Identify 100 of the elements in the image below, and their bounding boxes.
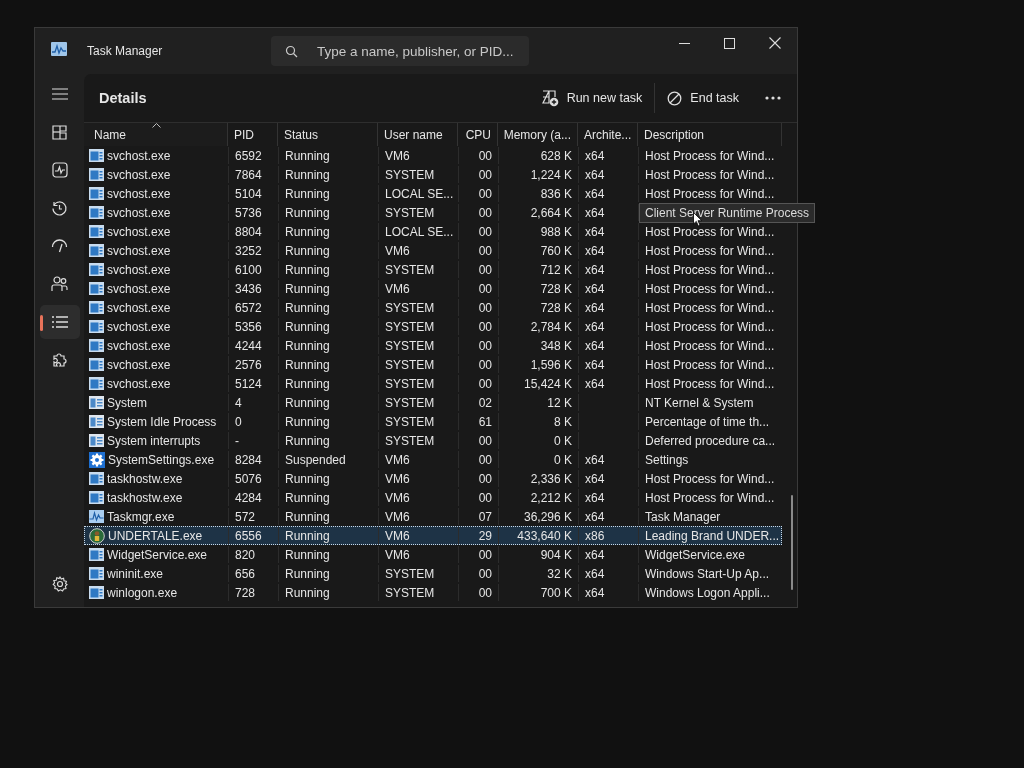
table-row[interactable]: svchost.exe 5124 Running SYSTEM 00 15,424 K x64 Host Process for Wind... (84, 374, 782, 393)
table-row[interactable]: svchost.exe 2576 Running SYSTEM 00 1,596 K x64 Host Process for Wind... (84, 355, 782, 374)
table-cell: Running (285, 148, 330, 163)
table-cell: Running (285, 224, 330, 239)
table-row[interactable]: svchost.exe 4244 Running SYSTEM 00 348 K x64 Host Process for Wind... (84, 336, 782, 355)
table-cell: Host Process for Wind... (645, 319, 775, 334)
table-cell: x64 (585, 281, 605, 296)
table-cell: Running (285, 376, 330, 391)
table-cell: x64 (585, 243, 605, 258)
process-name: svchost.exe (107, 167, 171, 182)
table-cell: 4284 (235, 490, 262, 505)
table-cell: Host Process for Wind... (645, 357, 775, 372)
window-app-icon (89, 263, 104, 276)
table-cell: 8 K (554, 414, 572, 429)
table-cell: 628 K (540, 148, 572, 163)
table-row[interactable]: WidgetService.exe 820 Running VM6 00 904 K x64 WidgetService.exe (84, 545, 782, 564)
table-cell: 6592 (235, 148, 262, 163)
table-cell: 00 (478, 300, 492, 315)
table-cell: 2,336 K (530, 471, 572, 486)
process-name: SystemSettings.exe (108, 452, 215, 467)
table-cell: Host Process for Wind... (645, 490, 775, 505)
table-cell: x64 (585, 509, 605, 524)
table-row[interactable]: svchost.exe 7864 Running SYSTEM 00 1,224 K x64 Host Process for Wind... (84, 165, 782, 184)
window-title: Task Manager (87, 44, 164, 58)
table-cell: Running (285, 566, 330, 581)
window-app-icon (89, 415, 104, 428)
table-cell: 61 (478, 414, 492, 429)
column-header[interactable]: CPU (458, 123, 498, 146)
table-cell: 00 (478, 433, 492, 448)
table-cell: WidgetService.exe (645, 547, 746, 562)
column-header[interactable]: User name (378, 123, 458, 146)
table-cell: x64 (585, 338, 605, 353)
table-cell: Suspended (285, 452, 346, 467)
table-cell: - (235, 433, 239, 448)
table-cell: 433,640 K (517, 528, 572, 543)
table-row[interactable]: Taskmgr.exe 572 Running VM6 07 36,296 K x64 Task Manager (84, 507, 782, 526)
table-row[interactable]: wininit.exe 656 Running SYSTEM 00 32 K x64 Windows Start-Up Ap... (84, 564, 782, 583)
table-cell: SYSTEM (385, 395, 435, 410)
table-row[interactable]: svchost.exe 3252 Running VM6 00 760 K x64 Host Process for Wind... (84, 241, 782, 260)
column-header[interactable]: Status (278, 123, 378, 146)
window-app-icon (89, 206, 104, 219)
table-row[interactable]: svchost.exe 3436 Running VM6 00 728 K x64 Host Process for Wind... (84, 279, 782, 298)
table-cell: x64 (585, 148, 605, 163)
scrollbar-thumb[interactable] (791, 495, 793, 590)
column-header[interactable]: Archite... (578, 123, 638, 146)
sidebar-tab[interactable] (39, 305, 80, 339)
grid-icon (52, 124, 67, 140)
table-cell: 2,664 K (530, 205, 572, 220)
search-field[interactable]: Type a name, publisher, or PID... (271, 36, 529, 66)
column-header[interactable]: Memory (a... (498, 123, 578, 146)
table-cell: 4244 (235, 338, 262, 353)
table-cell: SYSTEM (385, 585, 435, 600)
table-cell: x64 (585, 471, 605, 486)
history-icon (51, 199, 68, 217)
table-cell: Running (285, 395, 330, 410)
table-cell: Percentage of time th... (645, 414, 770, 429)
run-task-button[interactable]: Run new task (533, 83, 651, 113)
column-header[interactable]: Description (638, 123, 782, 146)
search-icon (285, 45, 298, 58)
table-cell: x64 (585, 300, 605, 315)
table-row[interactable]: System Idle Process 0 Running SYSTEM 61 8 K Percentage of time th... (84, 412, 782, 431)
table-cell: VM6 (385, 490, 410, 505)
page-title: Details (99, 90, 147, 106)
table-cell: LOCAL SE... (385, 224, 454, 239)
table-row[interactable]: winlogon.exe 728 Running SYSTEM 00 700 K x64 Windows Logon Appli... (84, 583, 782, 602)
table-cell: VM6 (385, 452, 410, 467)
window-app-icon (89, 396, 104, 409)
table-row[interactable]: svchost.exe 6100 Running SYSTEM 00 712 K x64 Host Process for Wind... (84, 260, 782, 279)
table-cell: Running (285, 167, 330, 182)
table-cell: Running (285, 547, 330, 562)
window-app-icon (89, 586, 104, 599)
table-cell: 07 (478, 509, 492, 524)
table-cell: Running (285, 319, 330, 334)
table-cell: 5356 (235, 319, 262, 334)
table-row[interactable]: taskhostw.exe 4284 Running VM6 00 2,212 K x64 Host Process for Wind... (84, 488, 782, 507)
table-cell: 904 K (540, 547, 572, 562)
table-cell: 712 K (540, 262, 572, 277)
table-row[interactable]: svchost.exe 5104 Running LOCAL SE... 00 836 K x64 Host Process for Wind... (84, 184, 782, 203)
table-cell: 00 (478, 585, 492, 600)
end-task-button[interactable]: End task (659, 84, 747, 112)
table-row[interactable]: taskhostw.exe 5076 Running VM6 00 2,336 K x64 Host Process for Wind... (84, 469, 782, 488)
table-cell: Running (285, 205, 330, 220)
chart-icon (89, 510, 104, 523)
table-row[interactable]: System 4 Running SYSTEM 02 12 K NT Kernel & System (84, 393, 782, 412)
table-row[interactable]: svchost.exe 6592 Running VM6 00 628 K x64 Host Process for Wind... (84, 146, 782, 165)
table-row[interactable]: UNDERTALE.exe 6556 Running VM6 29 433,640 K x86 Leading Brand UNDER... (84, 526, 782, 545)
column-header[interactable]: PID (228, 123, 278, 146)
table-row[interactable]: svchost.exe 6572 Running SYSTEM 00 728 K x64 Host Process for Wind... (84, 298, 782, 317)
table-row[interactable]: System interrupts - Running SYSTEM 00 0 K Deferred procedure ca... (84, 431, 782, 450)
table-row[interactable]: svchost.exe 8804 Running LOCAL SE... 00 988 K x64 Host Process for Wind... (84, 222, 782, 241)
process-name: svchost.exe (107, 205, 171, 220)
table-cell: 00 (478, 281, 492, 296)
table-cell: 00 (478, 186, 492, 201)
table-cell: Running (285, 186, 330, 201)
table-cell: SYSTEM (385, 300, 435, 315)
table-cell: 00 (478, 167, 492, 182)
table-row[interactable]: SystemSettings.exe 8284 Suspended VM6 00 0 K x64 Settings (84, 450, 782, 469)
table-row[interactable]: svchost.exe 5356 Running SYSTEM 00 2,784 K x64 Host Process for Wind... (84, 317, 782, 336)
table-cell: 1,224 K (530, 167, 572, 182)
table-cell: VM6 (385, 528, 410, 543)
